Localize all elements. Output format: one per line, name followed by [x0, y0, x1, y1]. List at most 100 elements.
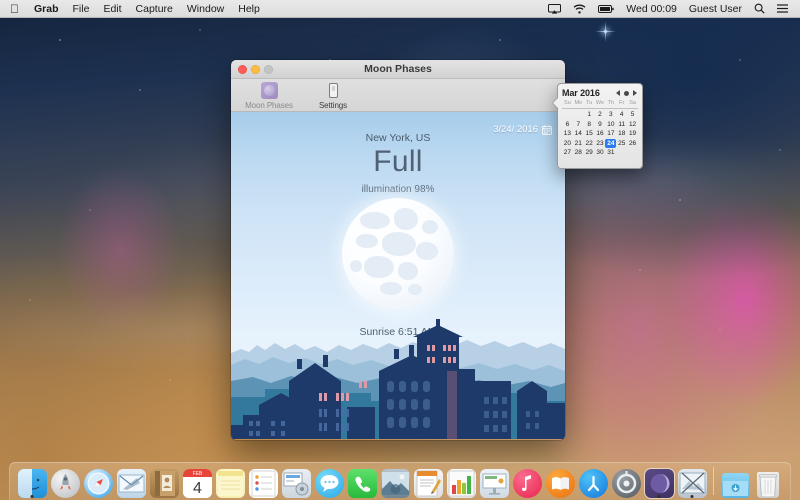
calendar-day-empty — [562, 110, 573, 120]
dock-downloads[interactable] — [720, 464, 750, 498]
dock-mail[interactable] — [116, 464, 146, 498]
dock-finder[interactable] — [17, 464, 47, 498]
today-dot[interactable] — [624, 90, 629, 96]
calendar-week-row: 27 28 29 30 31 — [562, 148, 638, 158]
menu-file[interactable]: File — [66, 0, 97, 18]
calendar-day-27[interactable]: 27 — [562, 148, 573, 158]
calendar-day-11[interactable]: 11 — [616, 120, 627, 130]
calendar-day-24[interactable]: 24 — [605, 138, 617, 148]
dock-keynote[interactable] — [479, 464, 509, 498]
date-value: 3/24/ 2016 — [493, 124, 538, 135]
moon-graphic — [342, 198, 454, 310]
dock-calendar[interactable]: FEB 4 — [182, 464, 212, 498]
calendar-day-16[interactable]: 16 — [595, 129, 606, 139]
window-title: Moon Phases — [364, 62, 432, 75]
calendar-day-20[interactable]: 20 — [562, 139, 573, 149]
calendar-day-15[interactable]: 15 — [584, 129, 595, 139]
search-icon[interactable] — [748, 0, 771, 18]
moon-phases-window[interactable]: Moon Phases Moon Phases Settings New Yor… — [231, 60, 565, 440]
dock-separator — [713, 467, 714, 495]
dock-contacts[interactable] — [149, 464, 179, 498]
calendar-day-5[interactable]: 5 — [627, 110, 638, 120]
calendar-day-29[interactable]: 29 — [584, 148, 595, 158]
calendar-icon[interactable] — [542, 124, 552, 135]
menu-user[interactable]: Guest User — [683, 0, 748, 18]
dock-notes[interactable] — [215, 464, 245, 498]
date-picker-field[interactable]: 3/24/ 2016 — [493, 124, 552, 135]
illumination-label: illumination 98% — [361, 184, 435, 195]
calendar-day-30[interactable]: 30 — [595, 148, 606, 158]
wifi-icon[interactable] — [567, 0, 592, 18]
window-titlebar[interactable]: Moon Phases — [231, 60, 565, 79]
dock-numbers[interactable] — [446, 464, 476, 498]
calendar-day-19[interactable]: 19 — [627, 129, 638, 139]
prev-month-arrow[interactable] — [616, 90, 620, 96]
calendar-day-28[interactable]: 28 — [573, 148, 584, 158]
calendar-day-8[interactable]: 8 — [584, 120, 595, 130]
calendar-day-empty — [627, 148, 638, 158]
calendar-day-17[interactable]: 17 — [605, 129, 616, 139]
dock-trash[interactable] — [753, 464, 783, 498]
calendar-day-empty — [616, 148, 627, 158]
calendar-day-7[interactable]: 7 — [573, 120, 584, 130]
phase-title: Full — [373, 145, 423, 178]
toolbar-moon-phases-label: Moon Phases — [245, 101, 293, 110]
calendar-nav — [616, 90, 638, 96]
calendar-day-31[interactable]: 31 — [605, 148, 616, 158]
calendar-popup[interactable]: Mar 2016 Su Mo Tu We Th Fr Sa 1234567891… — [557, 83, 643, 169]
dock-safari[interactable] — [83, 464, 113, 498]
calendar-day-26[interactable]: 26 — [627, 139, 638, 149]
dock-system-preferences[interactable] — [611, 464, 641, 498]
svg-text:FEB: FEB — [192, 471, 202, 477]
calendar-day-23[interactable]: 23 — [595, 139, 606, 149]
moon-app-icon — [242, 81, 296, 100]
dock-system-preferences-alt[interactable] — [281, 464, 311, 498]
dock-messages[interactable] — [314, 464, 344, 498]
calendar-day-1[interactable]: 1 — [584, 110, 595, 120]
dock-moon-phases[interactable] — [643, 464, 675, 499]
menu-edit[interactable]: Edit — [96, 0, 128, 18]
calendar-day-grid[interactable]: 1 2 3 4 5 6 7 8 9 10 11 12 13 14 15 16 17 18 19 20 21 22 23 24 2… — [562, 110, 638, 158]
menu-capture[interactable]: Capture — [129, 0, 180, 18]
dock: FEB 4 — [9, 462, 791, 500]
dock-ibooks[interactable] — [545, 464, 575, 498]
dock-launchpad[interactable] — [50, 464, 80, 498]
calendar-day-9[interactable]: 9 — [595, 120, 606, 130]
running-indicator — [657, 495, 661, 498]
calendar-day-25[interactable]: 25 — [616, 139, 627, 149]
app-content: New York, US Full illumination 98% 3/24/… — [231, 112, 565, 439]
calendar-day-10[interactable]: 10 — [605, 120, 616, 130]
calendar-day-4[interactable]: 4 — [616, 110, 627, 120]
dock-app-store[interactable] — [578, 464, 608, 498]
toolbar-settings[interactable]: Settings — [306, 81, 360, 110]
dock-photos[interactable] — [380, 464, 410, 498]
calendar-day-2[interactable]: 2 — [595, 110, 606, 120]
airplay-icon[interactable] — [542, 0, 567, 18]
dock-itunes[interactable] — [512, 464, 542, 498]
menu-help[interactable]: Help — [231, 0, 267, 18]
notification-center-icon[interactable] — [771, 0, 794, 18]
dock-grab[interactable] — [677, 464, 707, 498]
calendar-day-6[interactable]: 6 — [562, 120, 573, 130]
menu-window[interactable]: Window — [180, 0, 231, 18]
toolbar-moon-phases[interactable]: Moon Phases — [242, 81, 296, 110]
next-month-arrow[interactable] — [633, 90, 637, 96]
calendar-day-13[interactable]: 13 — [562, 129, 573, 139]
weekday-th: Th — [607, 100, 615, 106]
battery-icon[interactable] — [592, 0, 620, 18]
window-toolbar: Moon Phases Settings — [231, 79, 565, 112]
toolbar-settings-label: Settings — [318, 101, 348, 110]
menu-grab[interactable]: Grab — [27, 0, 66, 18]
calendar-day-18[interactable]: 18 — [616, 129, 627, 139]
calendar-day-14[interactable]: 14 — [573, 129, 584, 139]
dock-reminders[interactable] — [248, 464, 278, 498]
calendar-day-21[interactable]: 21 — [573, 139, 584, 149]
dock-pages[interactable] — [413, 464, 443, 498]
apple-logo-icon[interactable]:  — [6, 0, 27, 18]
calendar-day-22[interactable]: 22 — [584, 139, 595, 149]
calendar-week-row: 13 14 15 16 17 18 19 — [562, 129, 638, 139]
dock-facetime[interactable] — [347, 464, 377, 498]
calendar-day-3[interactable]: 3 — [605, 110, 616, 120]
menu-clock[interactable]: Wed 00:09 — [620, 0, 683, 18]
calendar-day-12[interactable]: 12 — [627, 120, 638, 130]
